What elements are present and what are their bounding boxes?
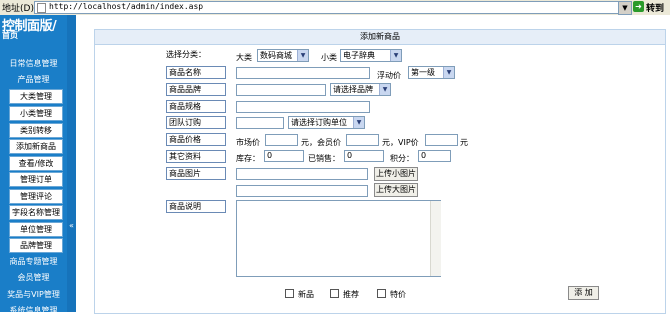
brand-select[interactable]: 请选择品牌 ▼ — [330, 83, 391, 96]
sidebar-item-small-category[interactable]: 小类管理 — [9, 106, 63, 121]
sidebar-group-products[interactable]: 产品管理 — [0, 74, 67, 85]
stock-label: 库存： — [236, 154, 260, 163]
group-order-input[interactable] — [236, 117, 284, 129]
product-image-label: 商品图片 — [166, 167, 226, 180]
market-price-input[interactable] — [265, 134, 298, 146]
category-label: 选择分类： — [166, 50, 206, 59]
order-unit-value: 请选择订购单位 — [291, 118, 347, 127]
special-checkbox[interactable] — [377, 289, 386, 298]
add-product-form: 添加新商品 选择分类： 大类 数码商城 ▼ 小类 电子辞典 ▼ 商品名称 浮动价 第… — [94, 29, 666, 314]
float-price-value: 第一级 — [411, 68, 435, 77]
page-icon — [37, 3, 46, 13]
product-brand-input[interactable] — [236, 84, 326, 96]
chevron-down-icon: ▼ — [390, 50, 401, 61]
collapse-icon[interactable]: « — [67, 221, 76, 230]
big-image-input[interactable] — [236, 185, 368, 197]
chevron-down-icon: ▼ — [379, 84, 390, 95]
sidebar-group-topics[interactable]: 商品专题管理 — [0, 256, 67, 267]
add-button[interactable]: 添 加 — [568, 286, 599, 300]
product-spec-input[interactable] — [236, 101, 370, 113]
sidebar-item-category-transfer[interactable]: 类别转移 — [9, 123, 63, 138]
other-info-label: 其它资料 — [166, 150, 226, 163]
go-button[interactable]: ➜ 转到 — [633, 0, 668, 14]
sidebar-item-big-category[interactable]: 大类管理 — [9, 89, 63, 104]
vip-price-unit: 元 — [460, 138, 468, 147]
big-category-select[interactable]: 数码商城 ▼ — [257, 49, 309, 62]
vip-price-input[interactable] — [425, 134, 458, 146]
sidebar-group-system[interactable]: 系统信息管理 — [0, 305, 67, 316]
brand-select-value: 请选择品牌 — [333, 85, 373, 94]
group-order-label: 团队订购 — [166, 116, 226, 129]
url-input[interactable]: http://localhost/admin/index.asp — [34, 1, 619, 14]
chevron-down-icon: ▼ — [443, 67, 454, 78]
product-price-label: 商品价格 — [166, 133, 226, 146]
upload-big-image-button[interactable]: 上传大图片 — [374, 183, 418, 197]
go-label: 转到 — [646, 4, 665, 14]
sidebar: 控制面版/ 首页 日常信息管理 产品管理 大类管理 小类管理 类别转移 添加新商… — [0, 15, 67, 315]
small-category-select[interactable]: 电子辞典 ▼ — [340, 49, 402, 62]
sidebar-group-members[interactable]: 会员管理 — [0, 272, 67, 283]
sidebar-item-add-product[interactable]: 添加新商品 — [9, 139, 63, 154]
float-price-select[interactable]: 第一级 ▼ — [408, 66, 455, 79]
sidebar-group-prizes-vip[interactable]: 奖品与VIP管理 — [0, 289, 67, 300]
float-price-label: 浮动价 — [377, 71, 401, 80]
points-label: 积分： — [390, 154, 414, 163]
chevron-down-icon: ▼ — [297, 50, 308, 61]
product-name-input[interactable] — [236, 67, 370, 79]
sidebar-item-brands[interactable]: 品牌管理 — [9, 238, 63, 253]
recommend-checkbox[interactable] — [330, 289, 339, 298]
product-brand-label: 商品品牌 — [166, 83, 226, 96]
sidebar-splitter[interactable]: « — [67, 15, 76, 312]
market-price-label: 市场价 — [236, 138, 260, 147]
sold-label: 已销售： — [308, 154, 340, 163]
form-title: 添加新商品 — [95, 30, 665, 45]
sidebar-item-units[interactable]: 单位管理 — [9, 222, 63, 237]
textarea-scrollbar[interactable] — [430, 201, 441, 276]
chevron-down-icon: ▼ — [622, 4, 628, 12]
product-spec-label: 商品规格 — [166, 100, 226, 113]
small-category-value: 电子辞典 — [343, 51, 375, 60]
stock-input[interactable]: 0 — [264, 150, 304, 162]
sidebar-item-view-edit[interactable]: 查看/修改 — [9, 156, 63, 171]
sold-input[interactable]: 0 — [344, 150, 384, 162]
address-label: 地址(D) — [2, 4, 34, 14]
go-arrow-icon: ➜ — [633, 1, 644, 12]
small-image-input[interactable] — [236, 168, 368, 180]
product-name-label: 商品名称 — [166, 66, 226, 79]
sidebar-item-orders[interactable]: 管理订单 — [9, 172, 63, 187]
recommend-checkbox-label: 推荐 — [343, 290, 359, 299]
member-price-input[interactable] — [346, 134, 379, 146]
url-text: http://localhost/admin/index.asp — [49, 2, 204, 11]
new-checkbox-label: 新品 — [298, 290, 314, 299]
sidebar-item-field-names[interactable]: 字段名称管理 — [9, 205, 63, 220]
main-content: 添加新商品 选择分类： 大类 数码商城 ▼ 小类 电子辞典 ▼ 商品名称 浮动价 第… — [76, 15, 670, 314]
special-checkbox-label: 特价 — [390, 290, 406, 299]
sidebar-item-comments[interactable]: 管理评论 — [9, 189, 63, 204]
member-price-label: 元，会员价 — [301, 138, 341, 147]
address-bar: 地址(D) http://localhost/admin/index.asp ▼… — [0, 0, 670, 16]
order-unit-select[interactable]: 请选择订购单位 ▼ — [288, 116, 365, 129]
small-category-label: 小类 — [321, 53, 337, 62]
product-desc-textarea[interactable] — [236, 200, 441, 277]
big-category-label: 大类 — [236, 53, 252, 62]
product-desc-label: 商品说明 — [166, 200, 226, 213]
sidebar-group-daily[interactable]: 日常信息管理 — [0, 58, 67, 69]
upload-small-image-button[interactable]: 上传小图片 — [374, 167, 418, 181]
sidebar-home-link[interactable]: 首页 — [2, 30, 18, 41]
chevron-down-icon: ▼ — [353, 117, 364, 128]
big-category-value: 数码商城 — [260, 51, 292, 60]
url-dropdown-button[interactable]: ▼ — [618, 1, 632, 15]
vip-price-label: 元，VIP价 — [382, 138, 419, 147]
new-checkbox[interactable] — [285, 289, 294, 298]
points-input[interactable]: 0 — [418, 150, 451, 162]
